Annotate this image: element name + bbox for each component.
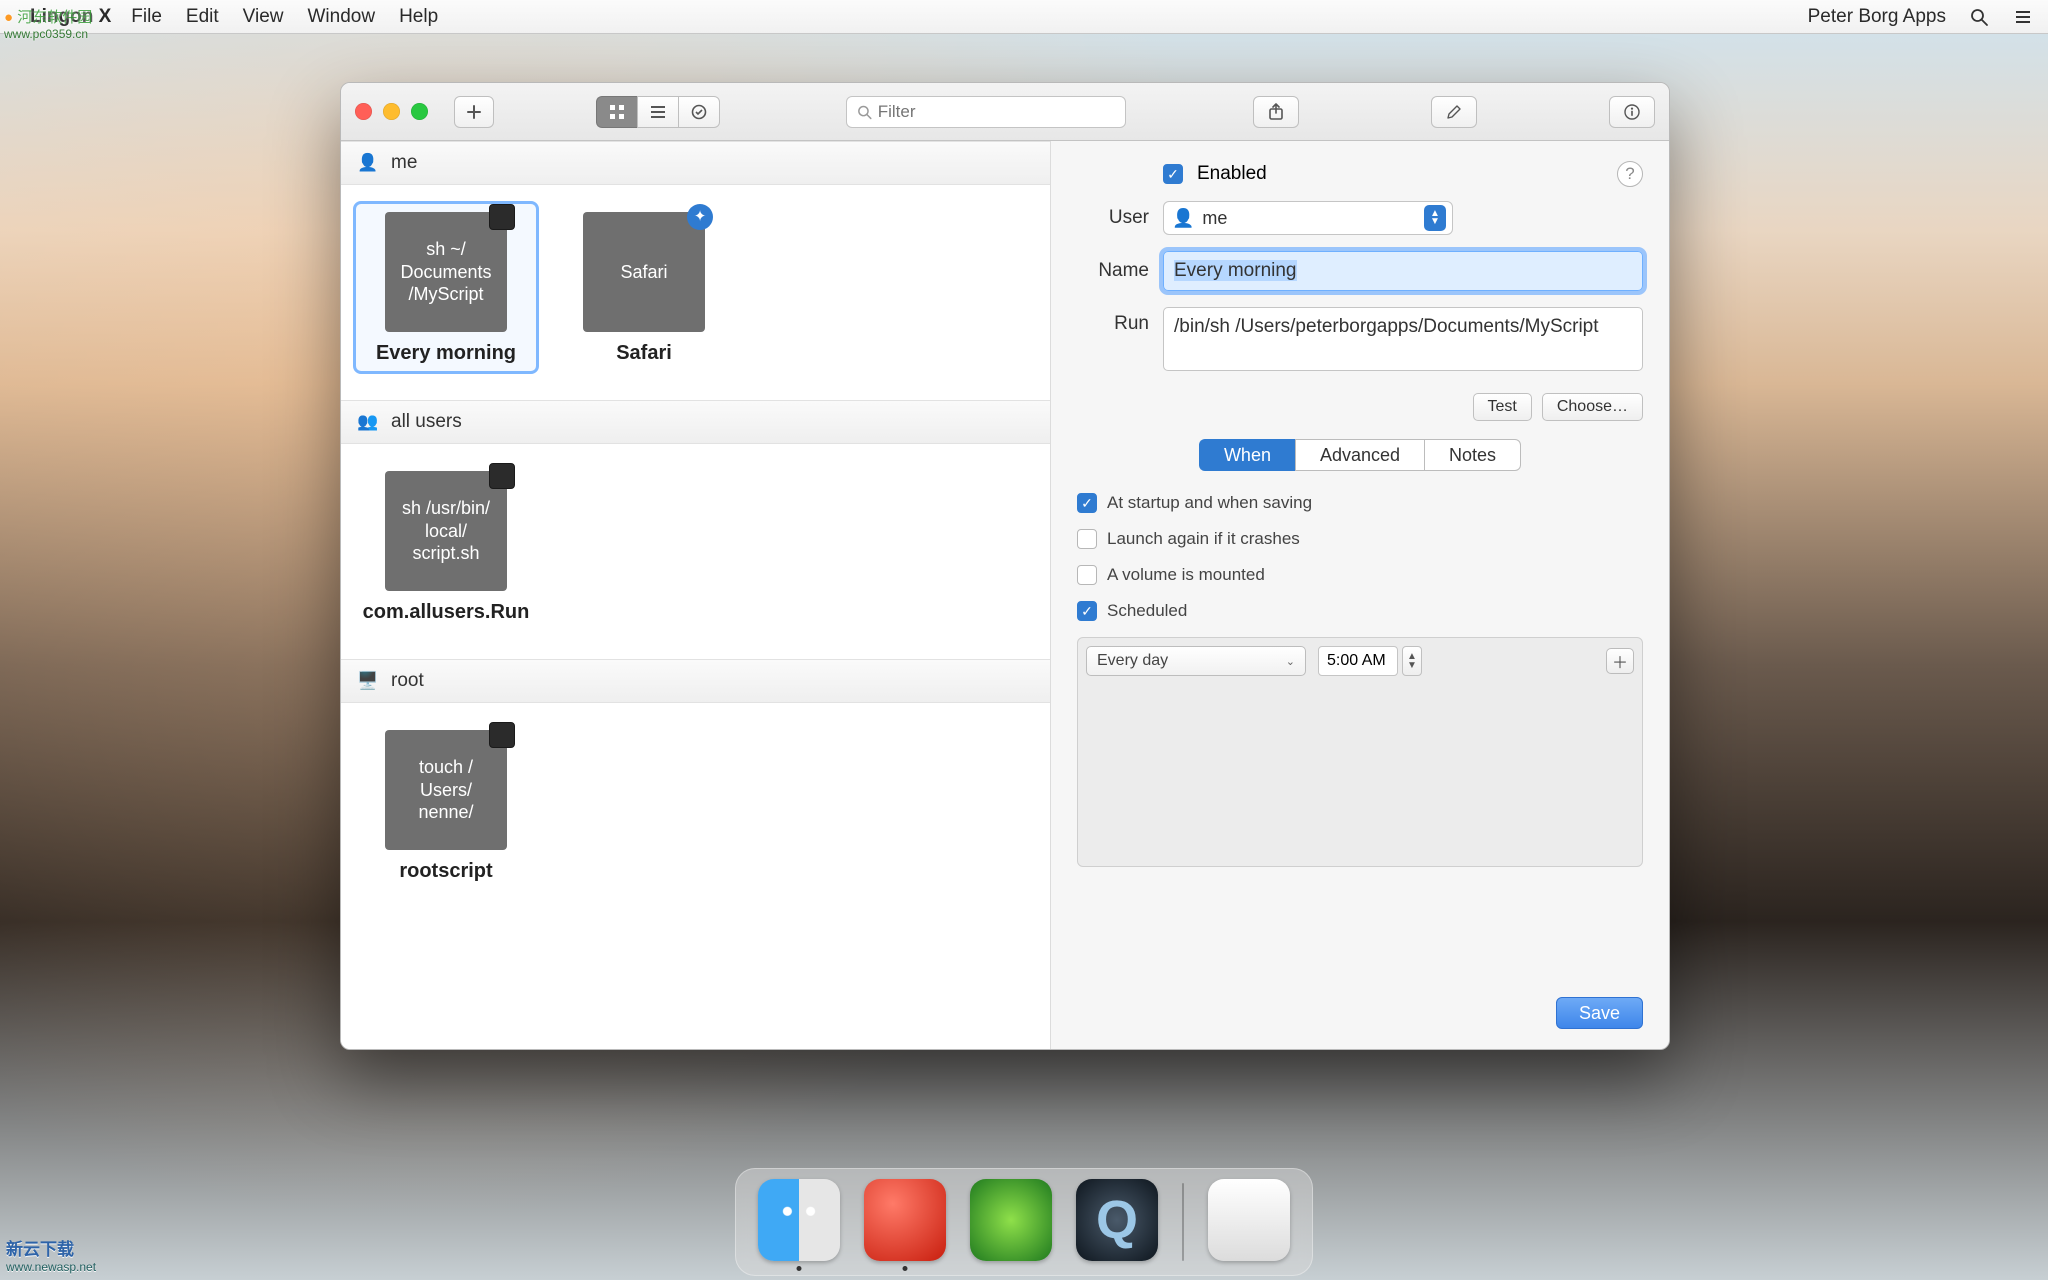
- stepper-updown-icon[interactable]: ▲▼: [1402, 646, 1422, 676]
- job-caption: Every morning: [376, 342, 516, 365]
- job-detail-pane: ? ✓ Enabled User 👤 me ▲▼ Name Every morn…: [1051, 141, 1669, 1049]
- run-field[interactable]: /bin/sh /Users/peterborgapps/Documents/M…: [1163, 307, 1643, 371]
- minimize-window-button[interactable]: [383, 103, 400, 120]
- window-toolbar: [341, 83, 1669, 141]
- help-button[interactable]: ?: [1617, 161, 1643, 187]
- info-button[interactable]: [1609, 96, 1655, 128]
- popup-caret-icon: ⌄: [1286, 655, 1295, 668]
- users-icon: 👥: [357, 412, 379, 432]
- terminal-badge-icon: [489, 463, 515, 489]
- select-caret-icon: ▲▼: [1424, 205, 1446, 231]
- view-mode-segmented: [596, 96, 720, 128]
- search-icon: [857, 104, 872, 120]
- schedule-box: Every day ⌄ ▲▼ ＋: [1077, 637, 1643, 867]
- name-field[interactable]: Every morning: [1163, 251, 1643, 291]
- section-header-me: 👤 me: [341, 141, 1050, 185]
- filter-input[interactable]: [878, 102, 1115, 122]
- opt-volume-label: A volume is mounted: [1107, 565, 1265, 585]
- dock-quicktime-icon[interactable]: Q: [1076, 1179, 1158, 1261]
- job-card-rootscript[interactable]: touch / Users/ nenne/ rootscript: [353, 719, 539, 892]
- view-status-button[interactable]: [678, 96, 720, 128]
- job-list-pane: 👤 me sh ~/ Documents /MyScript Every mor…: [341, 141, 1051, 1049]
- menu-view[interactable]: View: [243, 6, 284, 28]
- job-thumb: sh /usr/bin/ local/ script.sh: [385, 471, 507, 591]
- job-card-safari[interactable]: Safari ✦ Safari: [551, 201, 737, 374]
- menu-file[interactable]: File: [131, 6, 162, 28]
- filter-search-field[interactable]: [846, 96, 1126, 128]
- schedule-time-stepper[interactable]: ▲▼: [1318, 646, 1422, 676]
- view-list-button[interactable]: [637, 96, 678, 128]
- menu-edit[interactable]: Edit: [186, 6, 219, 28]
- tab-when[interactable]: When: [1199, 439, 1295, 471]
- section-title: root: [391, 670, 424, 692]
- edit-button[interactable]: [1431, 96, 1477, 128]
- opt-scheduled-label: Scheduled: [1107, 601, 1187, 621]
- lingon-window: 👤 me sh ~/ Documents /MyScript Every mor…: [340, 82, 1670, 1050]
- opt-relaunch-label: Launch again if it crashes: [1107, 529, 1300, 549]
- schedule-frequency-popup[interactable]: Every day ⌄: [1086, 646, 1306, 676]
- opt-scheduled-checkbox[interactable]: ✓: [1077, 601, 1097, 621]
- window-traffic-lights: [355, 103, 428, 120]
- share-button[interactable]: [1253, 96, 1299, 128]
- close-window-button[interactable]: [355, 103, 372, 120]
- menu-help[interactable]: Help: [399, 6, 438, 28]
- choose-button[interactable]: Choose…: [1542, 393, 1643, 421]
- opt-volume-checkbox[interactable]: [1077, 565, 1097, 585]
- opt-startup-checkbox[interactable]: ✓: [1077, 493, 1097, 513]
- terminal-badge-icon: [489, 204, 515, 230]
- user-select-value: me: [1202, 208, 1416, 229]
- job-thumb: sh ~/ Documents /MyScript: [385, 212, 507, 332]
- section-title: me: [391, 152, 417, 174]
- dock-trash-icon[interactable]: [1208, 1179, 1290, 1261]
- enabled-label: Enabled: [1197, 163, 1267, 185]
- menubar-app-developer[interactable]: Peter Borg Apps: [1808, 6, 1946, 28]
- tab-notes[interactable]: Notes: [1424, 439, 1521, 471]
- tab-advanced[interactable]: Advanced: [1295, 439, 1424, 471]
- zoom-window-button[interactable]: [411, 103, 428, 120]
- add-schedule-button[interactable]: ＋: [1606, 648, 1634, 674]
- user-select[interactable]: 👤 me ▲▼: [1163, 201, 1453, 235]
- macos-dock: Q: [735, 1168, 1313, 1276]
- section-header-root: 🖥️ root: [341, 659, 1050, 703]
- menubar-app-name[interactable]: Lingon X: [30, 6, 111, 28]
- macos-menubar: Lingon X File Edit View Window Help Pete…: [0, 0, 2048, 34]
- spotlight-icon[interactable]: [1968, 6, 1990, 28]
- dock-finder-icon[interactable]: [758, 1179, 840, 1261]
- save-button[interactable]: Save: [1556, 997, 1643, 1029]
- job-thumb: Safari ✦: [583, 212, 705, 332]
- computer-icon: 🖥️: [357, 671, 379, 691]
- job-thumb: touch / Users/ nenne/: [385, 730, 507, 850]
- job-caption: com.allusers.Run: [363, 601, 530, 624]
- user-label: User: [1077, 207, 1149, 229]
- add-job-button[interactable]: [454, 96, 494, 128]
- enabled-checkbox[interactable]: ✓: [1163, 164, 1183, 184]
- dock-app-star-icon[interactable]: [970, 1179, 1052, 1261]
- user-icon: 👤: [357, 153, 379, 173]
- job-card-allusers-run[interactable]: sh /usr/bin/ local/ script.sh com.alluse…: [353, 460, 539, 633]
- user-icon: 👤: [1172, 208, 1194, 229]
- dock-divider: [1182, 1183, 1184, 1261]
- dock-app-tomato-icon[interactable]: [864, 1179, 946, 1261]
- menu-window[interactable]: Window: [307, 6, 375, 28]
- terminal-badge-icon: [489, 722, 515, 748]
- schedule-time-input[interactable]: [1318, 646, 1398, 676]
- view-grid-button[interactable]: [596, 96, 637, 128]
- job-caption: rootscript: [399, 860, 492, 883]
- name-label: Name: [1077, 260, 1149, 282]
- opt-relaunch-checkbox[interactable]: [1077, 529, 1097, 549]
- job-caption: Safari: [616, 342, 672, 365]
- detail-tabs: When Advanced Notes: [1077, 439, 1643, 471]
- job-card-every-morning[interactable]: sh ~/ Documents /MyScript Every morning: [353, 201, 539, 374]
- section-header-all-users: 👥 all users: [341, 400, 1050, 444]
- section-title: all users: [391, 411, 462, 433]
- safari-badge-icon: ✦: [687, 204, 713, 230]
- notification-center-icon[interactable]: [2012, 6, 2034, 28]
- test-button[interactable]: Test: [1473, 393, 1532, 421]
- opt-startup-label: At startup and when saving: [1107, 493, 1312, 513]
- run-label: Run: [1077, 307, 1149, 335]
